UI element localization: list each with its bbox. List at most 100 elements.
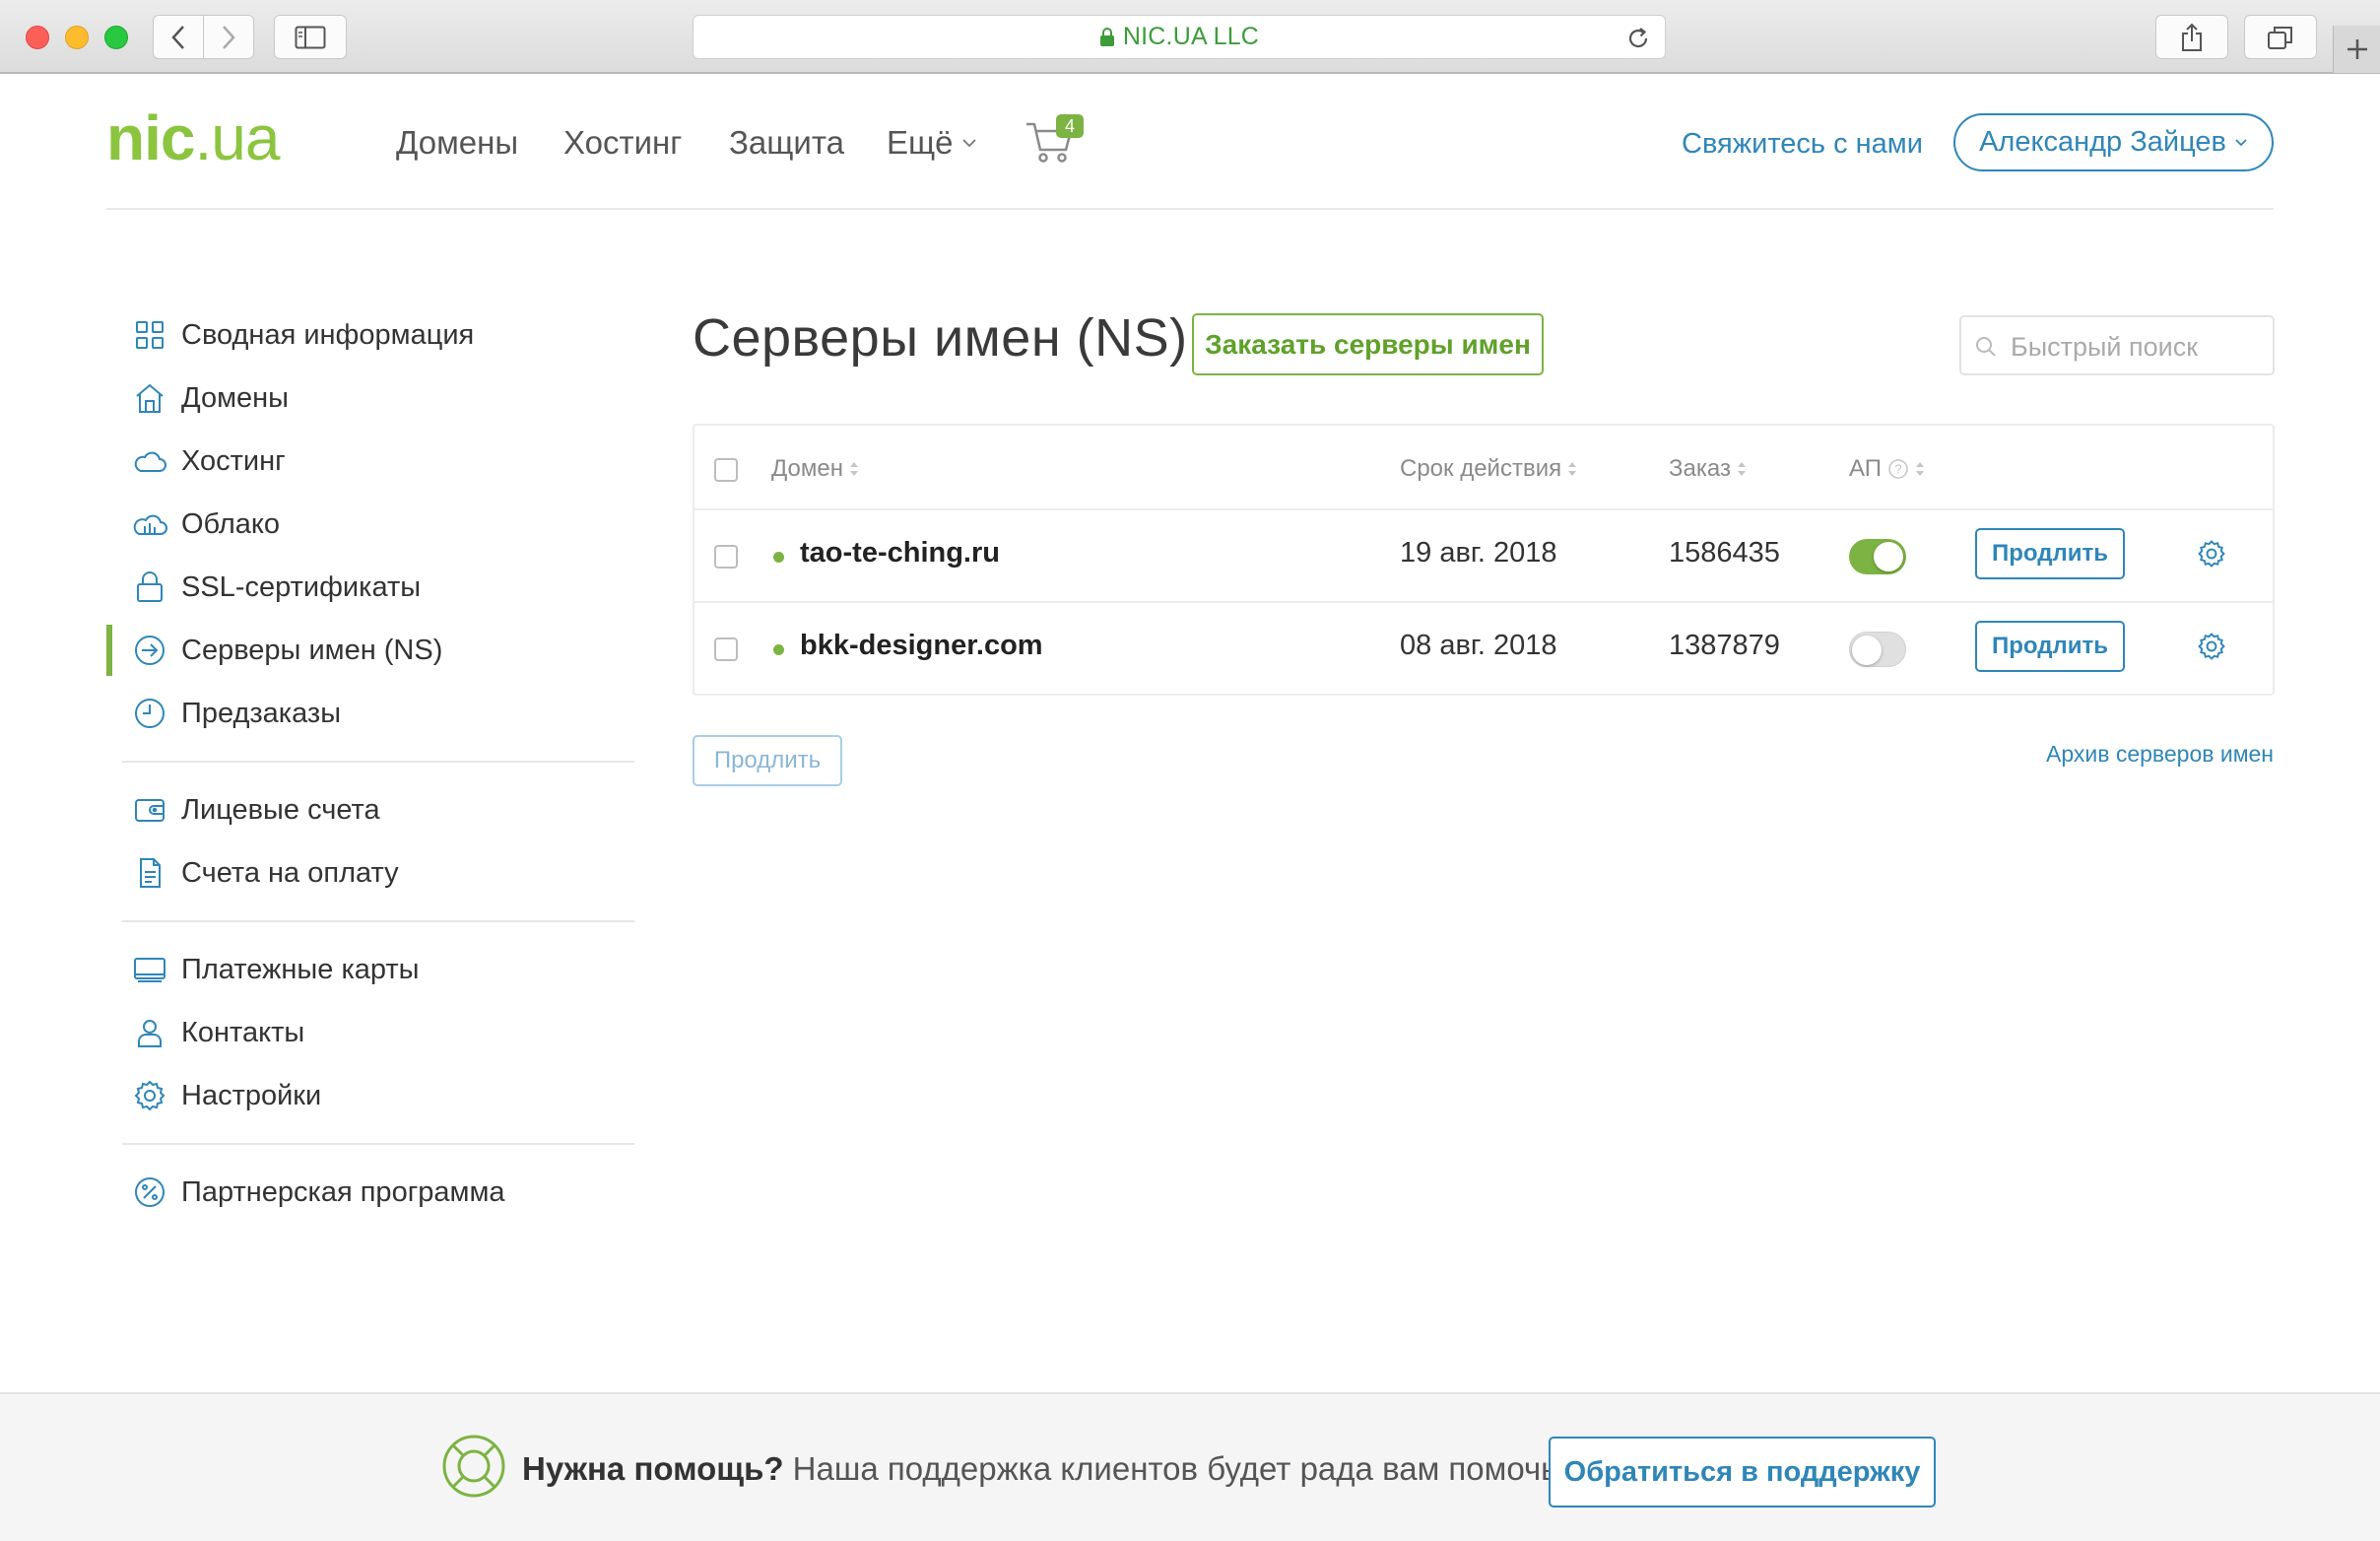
- sidebar-item-accounts[interactable]: Лицевые счета: [106, 778, 634, 841]
- chevron-right-icon: [223, 25, 235, 49]
- show-tabs-button[interactable]: [2244, 15, 2317, 59]
- nameservers-table: Домен Срок действия Заказ АП ? tao-te-ch…: [693, 424, 2275, 696]
- gear-icon[interactable]: [2196, 631, 2227, 662]
- minimize-window-button[interactable]: [65, 26, 89, 49]
- domain-name[interactable]: bkk-designer.com: [800, 630, 1043, 662]
- contact-link[interactable]: Свяжитесь с нами: [1682, 128, 1923, 161]
- lock-icon: [137, 571, 163, 602]
- lock-icon: [1099, 27, 1114, 46]
- sort-icon: [1568, 462, 1577, 476]
- sort-icon: [1916, 462, 1924, 476]
- autorenew-toggle[interactable]: [1849, 539, 1906, 574]
- status-dot: [773, 552, 784, 563]
- search-icon: [1976, 337, 1996, 357]
- reload-icon[interactable]: [1625, 26, 1651, 51]
- svg-text:?: ?: [1894, 462, 1901, 477]
- sidebar-item-label: Домены: [181, 381, 290, 414]
- search-input[interactable]: [2011, 327, 2262, 367]
- chevron-down-icon: [961, 139, 976, 148]
- sidebar-item-domains[interactable]: Домены: [106, 367, 634, 430]
- site-logo[interactable]: nic.ua: [106, 106, 280, 169]
- cart-count-badge: 4: [1056, 114, 1084, 138]
- nav-more[interactable]: Ещё: [887, 124, 977, 162]
- renew-button[interactable]: Продлить: [1975, 528, 2125, 579]
- cloud-icon: [134, 451, 166, 472]
- domain-name[interactable]: tao-te-ching.ru: [800, 537, 1000, 570]
- contact-support-button[interactable]: Обратиться в поддержку: [1549, 1437, 1936, 1508]
- sidebar-item-label: Хостинг: [181, 444, 286, 477]
- sidebar-icon: [295, 26, 326, 48]
- column-label: Заказ: [1669, 455, 1731, 482]
- status-dot: [773, 644, 784, 655]
- page-title: Серверы имен (NS): [693, 308, 1188, 368]
- quick-search[interactable]: [1959, 315, 2275, 375]
- sidebar-item-preorders[interactable]: Предзаказы: [106, 682, 634, 745]
- autorenew-toggle[interactable]: [1849, 632, 1906, 667]
- gear-icon: [134, 1080, 165, 1111]
- sidebar-item-contacts[interactable]: Контакты: [106, 1001, 634, 1064]
- row-checkbox[interactable]: [714, 545, 738, 569]
- user-icon: [138, 1020, 162, 1047]
- sidebar-item-cards[interactable]: Платежные карты: [106, 938, 634, 1001]
- arrow-circle-icon: [135, 636, 165, 665]
- column-label: Срок действия: [1400, 455, 1562, 482]
- wallet-icon: [135, 799, 165, 822]
- sidebar-item-summary[interactable]: Сводная информация: [106, 303, 634, 367]
- nav-hosting[interactable]: Хостинг: [563, 124, 682, 162]
- select-all-checkbox[interactable]: [714, 458, 738, 482]
- row-checkbox[interactable]: [714, 637, 738, 661]
- column-label: Домен: [771, 455, 843, 482]
- expiry-date: 19 авг. 2018: [1400, 537, 1557, 569]
- order-number: 1387879: [1669, 630, 1780, 661]
- order-nameservers-button[interactable]: Заказать серверы имен: [1192, 313, 1544, 375]
- sidebar-item-label: Серверы имен (NS): [181, 634, 443, 666]
- forward-button[interactable]: [203, 15, 254, 59]
- archive-link[interactable]: Архив серверов имен: [2046, 741, 2274, 768]
- sidebar-divider: [122, 920, 634, 922]
- sidebar-item-label: Счета на оплату: [181, 856, 399, 889]
- sidebar-item-label: Настройки: [181, 1079, 322, 1111]
- nav-domains[interactable]: Домены: [396, 124, 518, 162]
- sidebar-item-cloud[interactable]: Облако: [106, 493, 634, 556]
- sidebar-item-settings[interactable]: Настройки: [106, 1064, 634, 1127]
- chevron-down-icon: [2235, 139, 2247, 147]
- sidebar-item-nameservers[interactable]: Серверы имен (NS): [106, 619, 634, 682]
- sort-icon: [1737, 462, 1746, 476]
- sidebar-item-label: Сводная информация: [181, 318, 475, 351]
- sidebar-toggle-button[interactable]: [274, 15, 347, 59]
- table-header: Домен Срок действия Заказ АП ?: [694, 426, 2273, 510]
- lifebuoy-icon: [442, 1435, 505, 1498]
- share-button[interactable]: [2155, 15, 2228, 59]
- header-divider: [106, 208, 2274, 210]
- back-button[interactable]: [153, 15, 204, 59]
- nav-protection[interactable]: Защита: [729, 124, 844, 162]
- gear-icon[interactable]: [2196, 538, 2227, 570]
- help-footer: Нужна помощь? Наша поддержка клиентов бу…: [0, 1392, 2380, 1541]
- document-icon: [140, 858, 161, 888]
- column-domain[interactable]: Домен: [771, 455, 859, 483]
- help-message: Нужна помощь? Наша поддержка клиентов бу…: [522, 1450, 1567, 1488]
- column-expiry[interactable]: Срок действия: [1400, 455, 1577, 483]
- sidebar-item-label: Платежные карты: [181, 953, 420, 985]
- close-window-button[interactable]: [26, 26, 49, 49]
- user-menu-button[interactable]: Александр Зайцев: [1953, 113, 2274, 171]
- sidebar-item-ssl[interactable]: SSL-сертификаты: [106, 556, 634, 619]
- sidebar-item-label: Лицевые счета: [181, 793, 380, 826]
- zoom-window-button[interactable]: [104, 26, 128, 49]
- sidebar-item-partners[interactable]: Партнерская программа: [106, 1161, 634, 1224]
- sidebar-item-label: Облако: [181, 507, 281, 540]
- card-icon: [134, 958, 165, 982]
- renew-button[interactable]: Продлить: [1975, 621, 2125, 672]
- sidebar-item-hosting[interactable]: Хостинг: [106, 430, 634, 493]
- plus-icon: [2347, 39, 2367, 59]
- help-icon[interactable]: ?: [1887, 458, 1909, 480]
- percent-icon: [135, 1177, 165, 1207]
- cloud-server-icon: [133, 514, 167, 535]
- column-autorenew[interactable]: АП ?: [1849, 455, 1925, 483]
- sidebar-item-invoices[interactable]: Счета на оплату: [106, 841, 634, 904]
- address-bar[interactable]: NIC.UA LLC: [693, 15, 1666, 59]
- new-tab-button[interactable]: [2333, 26, 2380, 73]
- bulk-renew-button[interactable]: Продлить: [693, 735, 842, 786]
- column-order[interactable]: Заказ: [1669, 455, 1747, 483]
- sidebar-divider: [122, 1143, 634, 1145]
